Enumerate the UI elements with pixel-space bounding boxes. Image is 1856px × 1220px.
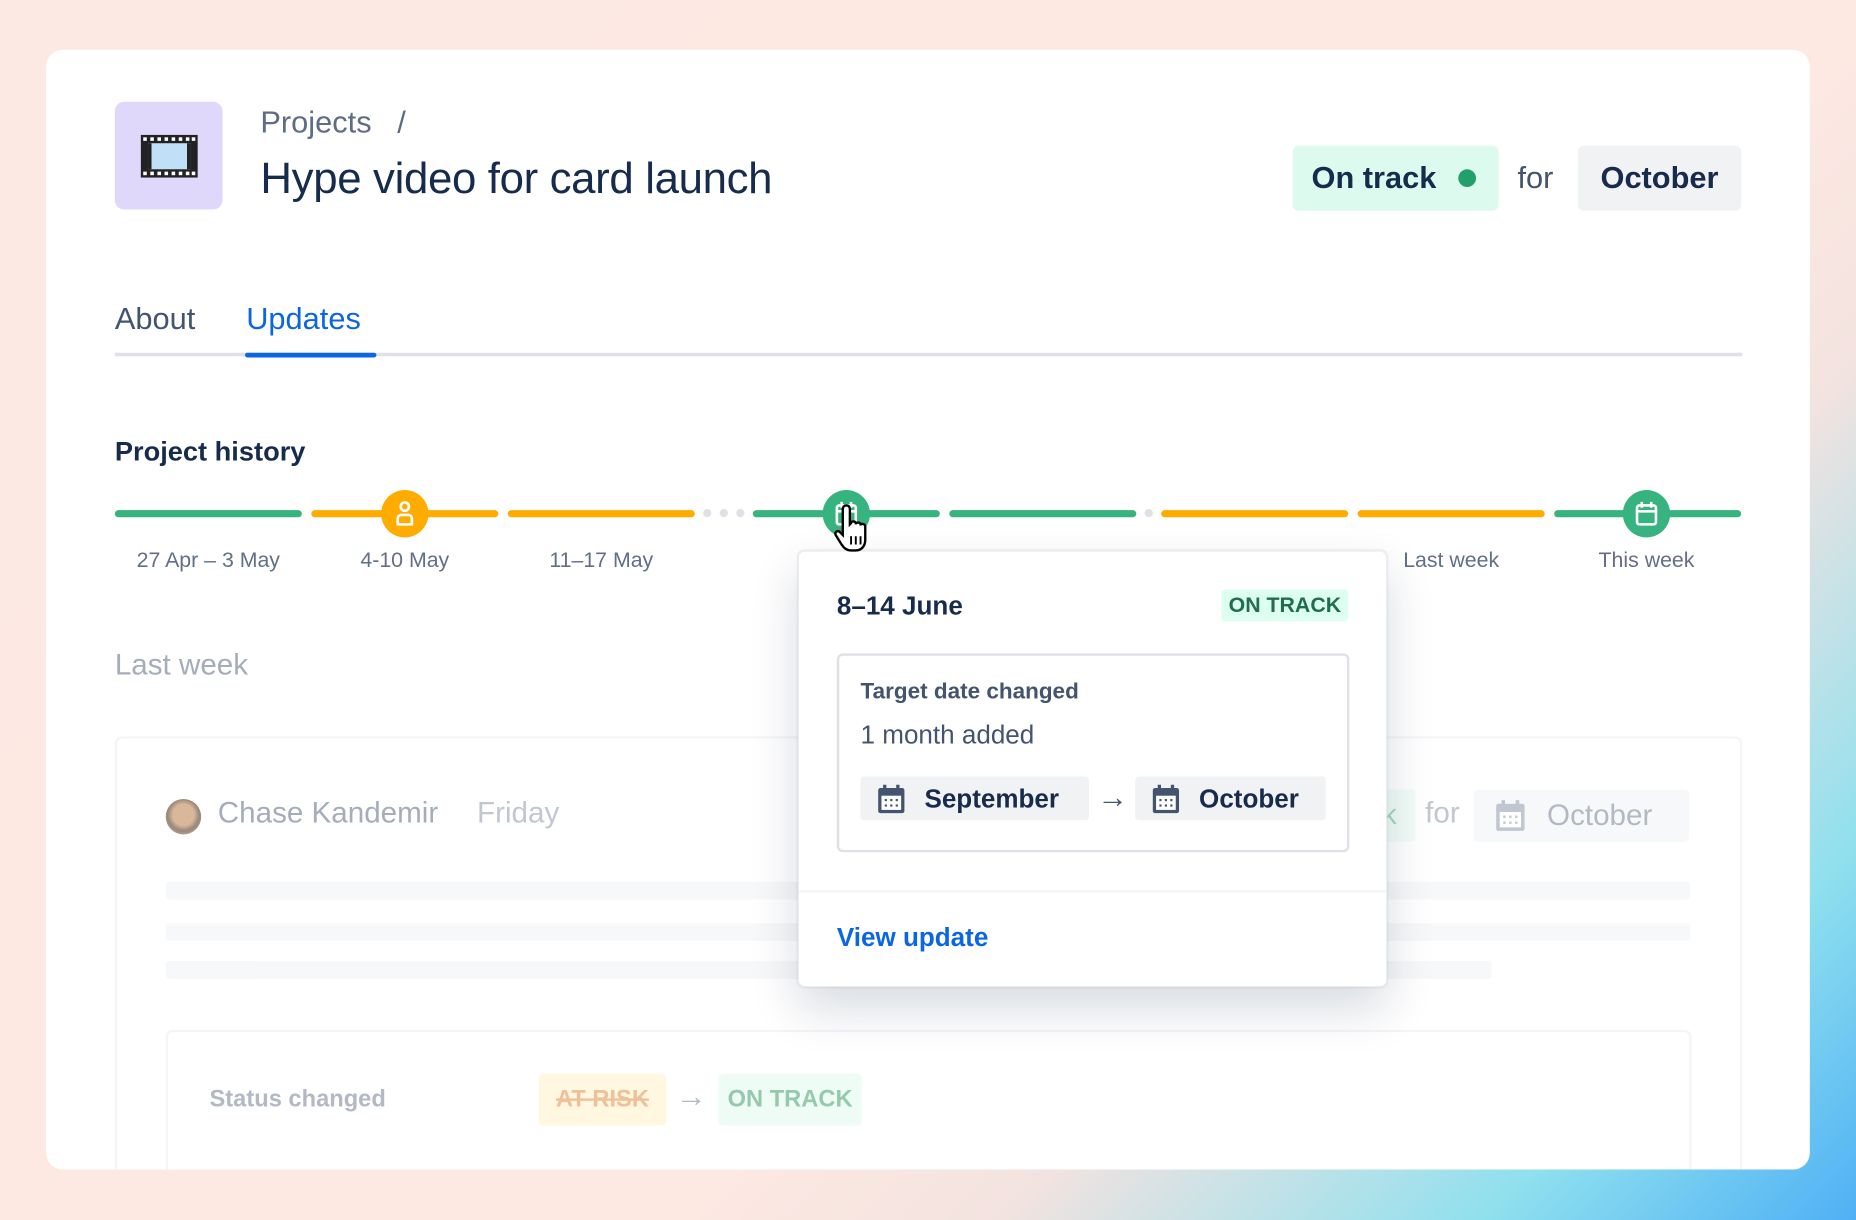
popover-date: 8–14 June bbox=[836, 590, 963, 621]
tab-about[interactable]: About bbox=[115, 301, 195, 338]
hand-cursor-icon bbox=[833, 502, 876, 560]
for-label: for bbox=[1517, 159, 1554, 196]
timeline-gap-dot bbox=[736, 508, 745, 518]
history-popover: 8–14 June ON TRACK Target date changed 1… bbox=[797, 550, 1388, 988]
tab-updates[interactable]: Updates bbox=[246, 301, 361, 338]
avatar[interactable] bbox=[165, 798, 202, 835]
popover-divider bbox=[798, 890, 1387, 893]
timeline-gap-dot bbox=[1144, 508, 1153, 518]
for-label: for bbox=[1425, 796, 1460, 830]
old-status-badge: AT RISK bbox=[538, 1073, 667, 1126]
timeline-label: 4-10 May bbox=[360, 548, 450, 572]
popover-status-badge: ON TRACK bbox=[1221, 589, 1349, 622]
new-status-badge: ON TRACK bbox=[718, 1073, 862, 1126]
timeline-segment[interactable] bbox=[1357, 510, 1545, 518]
page-title: Hype video for card launch bbox=[260, 153, 773, 203]
target-change-box: Target date changed 1 month added Septem… bbox=[836, 653, 1350, 853]
calendar-icon bbox=[878, 784, 905, 813]
target-date-badge[interactable]: October bbox=[1577, 145, 1742, 211]
calendar-icon bbox=[1496, 800, 1525, 831]
update-target-badge: October bbox=[1473, 789, 1690, 842]
update-day: Friday bbox=[477, 796, 560, 830]
view-update-link[interactable]: View update bbox=[837, 922, 988, 953]
timeline-node-calendar[interactable] bbox=[1622, 490, 1671, 538]
breadcrumb[interactable]: Projects / bbox=[260, 104, 405, 141]
from-date-chip: September bbox=[860, 776, 1089, 821]
calendar-icon bbox=[1152, 784, 1180, 813]
timeline-gap-dot bbox=[719, 508, 728, 518]
timeline-label: 27 Apr – 3 May bbox=[136, 548, 280, 572]
arrow-right-icon: → bbox=[1097, 778, 1129, 815]
timeline-segment[interactable] bbox=[1161, 510, 1349, 518]
status-label: On track bbox=[1311, 159, 1437, 196]
timeline-label: 11–17 May bbox=[549, 548, 654, 572]
timeline-segment[interactable] bbox=[507, 510, 695, 518]
status-changed-label: Status changed bbox=[209, 1086, 386, 1113]
project-icon-tile bbox=[114, 101, 223, 210]
arrow-right-icon: → bbox=[675, 1078, 707, 1114]
section-heading-last-week: Last week bbox=[114, 648, 249, 682]
timeline-segment[interactable] bbox=[114, 510, 302, 518]
status-dot-icon bbox=[1457, 169, 1476, 188]
update-target-label: October bbox=[1547, 798, 1653, 832]
breadcrumb-separator: / bbox=[397, 104, 406, 140]
timeline-gap-dot bbox=[703, 508, 712, 518]
change-detail: 1 month added bbox=[860, 719, 1035, 750]
status-badge[interactable]: On track bbox=[1292, 145, 1499, 211]
author-name[interactable]: Chase Kandemir bbox=[218, 797, 438, 831]
to-date-chip: October bbox=[1135, 776, 1326, 821]
breadcrumb-projects[interactable]: Projects bbox=[260, 104, 371, 140]
calendar-icon bbox=[1635, 501, 1658, 526]
active-tab-indicator bbox=[245, 352, 377, 358]
timeline-label: This week bbox=[1598, 548, 1695, 572]
person-icon bbox=[396, 501, 414, 526]
from-date: September bbox=[924, 782, 1060, 813]
timeline-segment[interactable] bbox=[949, 510, 1137, 518]
timeline-node-person[interactable] bbox=[381, 490, 429, 538]
change-title: Target date changed bbox=[860, 679, 1079, 705]
status-change-box bbox=[165, 1029, 1692, 1170]
film-frames-icon bbox=[140, 134, 198, 177]
project-history-heading: Project history bbox=[114, 435, 306, 467]
to-date: October bbox=[1199, 782, 1299, 813]
